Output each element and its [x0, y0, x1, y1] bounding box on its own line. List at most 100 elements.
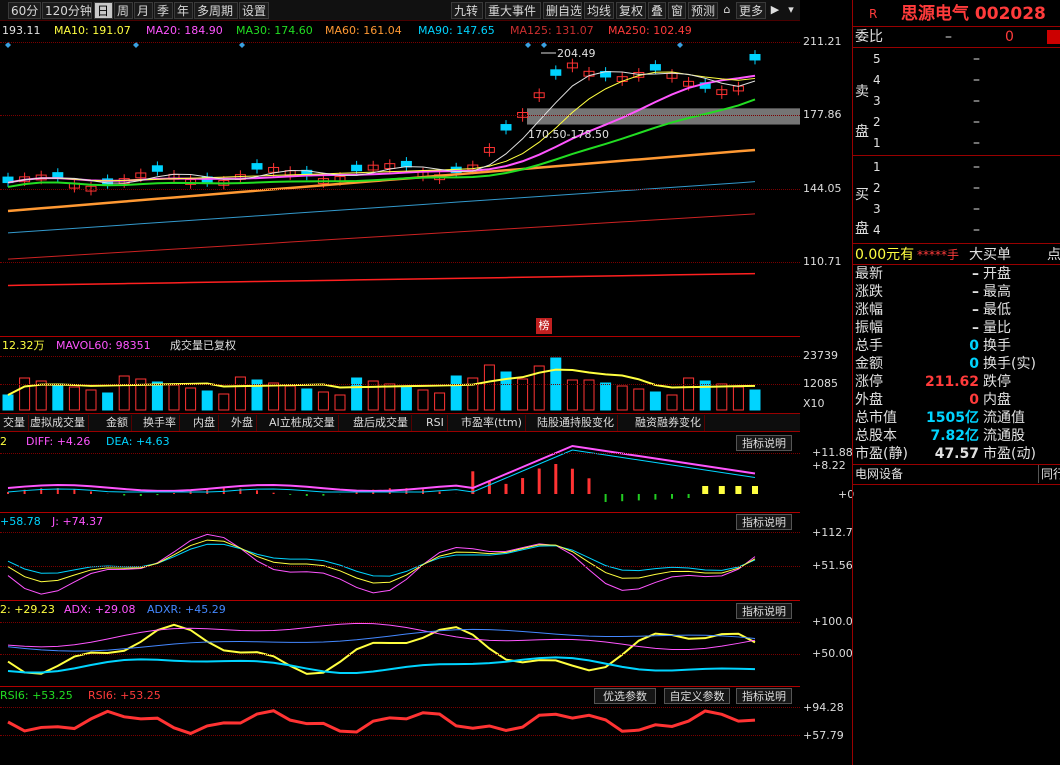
quote-panel: R 思源电气 002028 委比 – 0 卖盘 5 4 3 2 1 – – – …	[852, 0, 1060, 765]
tab-margin[interactable]: 融资融券变化	[632, 415, 705, 431]
adx-legend: ADX: +29.08	[64, 603, 136, 616]
tab-northbound[interactable]: 陆股通持股变化	[534, 415, 618, 431]
quote-row-value: 0	[969, 392, 979, 408]
volume-axis-label: X10	[803, 397, 825, 410]
sell-side-label: 卖盘	[855, 84, 869, 140]
dian-label: 点	[1047, 247, 1060, 263]
macd-bar	[702, 486, 709, 494]
tab-amount[interactable]: 金额	[103, 415, 132, 431]
macd-bar	[718, 486, 725, 494]
ma125-legend: MA125: 131.07	[510, 24, 594, 37]
explain-button[interactable]: 指标说明	[736, 603, 792, 619]
tab-turnover[interactable]: 换手率	[140, 415, 180, 431]
tab-volume[interactable]: 交量	[0, 415, 29, 431]
quote-row-right-label: 最低	[983, 302, 1011, 318]
sector-tab[interactable]: 电网设备	[855, 466, 903, 482]
volume-bar	[102, 392, 114, 411]
candle-body	[649, 64, 661, 71]
optimal-params-button[interactable]: 优选参数	[594, 688, 656, 704]
adxr-line	[7, 628, 756, 652]
stock-title: 思源电气 002028	[901, 4, 1046, 24]
quote-row-right-label: 量比	[983, 320, 1011, 336]
weibi-num: 0	[1005, 29, 1014, 45]
volume-bar	[284, 385, 296, 411]
volume-bar	[185, 387, 197, 411]
ranking-badge[interactable]: 榜	[536, 318, 552, 334]
kdj-j-line	[7, 533, 756, 595]
diff-legend: DIFF: +4.26	[26, 435, 91, 448]
volume-bar	[716, 383, 728, 411]
volume-bar	[600, 382, 612, 411]
tab-inner[interactable]: 内盘	[190, 415, 219, 431]
sell-price: –	[973, 72, 980, 88]
big-buy-label[interactable]: 大买单	[969, 247, 1011, 263]
kdj-d-legend: +58.78	[0, 515, 41, 528]
candle-body	[351, 164, 363, 172]
explain-button[interactable]: 指标说明	[736, 435, 792, 451]
rsi6-legend: RSI6: +53.25	[88, 689, 161, 702]
quote-row-value: 1505亿	[926, 410, 979, 426]
rsi-legend: RSI6: +53.25	[0, 689, 73, 702]
sell-level: 3	[873, 94, 881, 108]
ma20-line	[7, 74, 756, 184]
ma10-legend: MA10: 191.07	[54, 24, 131, 37]
rsi-line	[7, 709, 756, 736]
tab-pe-ttm[interactable]: 市盈率(ttm)	[458, 415, 526, 431]
volume-bar	[218, 393, 230, 411]
sell-level: 4	[873, 73, 881, 87]
tab-afterhours-volume[interactable]: 盘后成交量	[350, 415, 412, 431]
volume-bar	[450, 375, 462, 411]
custom-params-button[interactable]: 自定义参数	[664, 688, 730, 704]
quote-row-value: –	[972, 284, 979, 300]
price-axis-label: 144.05	[803, 182, 842, 195]
macd-legend: 2	[0, 435, 7, 448]
quote-row-value: 211.62	[924, 374, 979, 390]
ma5-line	[7, 71, 756, 184]
range-annotation: 170.50-178.50	[528, 128, 609, 141]
volume-bar	[699, 380, 711, 411]
candle-body	[500, 124, 512, 131]
buy-level: 4	[873, 223, 881, 237]
quote-row-value: –	[972, 320, 979, 336]
ma60-legend: MA60: 161.04	[325, 24, 402, 37]
volume-bar	[633, 388, 645, 411]
volume-bar	[268, 382, 280, 411]
dea-legend: DEA: +4.63	[106, 435, 170, 448]
buy-price: –	[973, 180, 980, 196]
explain-button[interactable]: 指标说明	[736, 688, 792, 704]
volume-bar	[201, 390, 213, 411]
buy-level: 2	[873, 181, 881, 195]
volume-bar	[168, 384, 180, 411]
ma30-legend: MA30: 174.60	[236, 24, 313, 37]
volume-bar	[732, 386, 744, 411]
quote-row-right-label: 流通值	[983, 410, 1025, 426]
ma10-line	[7, 71, 756, 184]
buy-price: –	[973, 222, 980, 238]
kdj-axis-label: +51.56	[812, 559, 853, 572]
buy-side-label: 买盘	[855, 187, 869, 237]
weibi-value: –	[945, 29, 952, 45]
peers-tab[interactable]: 同行	[1041, 466, 1060, 482]
volume-bar	[434, 392, 446, 411]
tab-ai-volume[interactable]: AI立桩成交量	[266, 415, 339, 431]
mavol60-legend: MAVOL60: 98351	[56, 339, 151, 352]
quote-row-right-label: 市盈(动)	[983, 446, 1036, 462]
quote-row-value: 47.57	[934, 446, 979, 462]
tab-virtual-volume[interactable]: 虚拟成交量	[27, 415, 89, 431]
volume-bar	[749, 389, 761, 411]
volume-bar	[616, 385, 628, 411]
volume-bar	[68, 386, 80, 411]
explain-button[interactable]: 指标说明	[736, 514, 792, 530]
tab-rsi[interactable]: RSI	[423, 415, 448, 431]
big-order-amount: 0.00元有	[855, 247, 915, 263]
dmi-axis-label: +100.0	[812, 615, 853, 628]
dmi-legend: 2: +29.23	[0, 603, 55, 616]
volume-legend: 12.32万	[2, 339, 45, 352]
quote-row-value: 0	[969, 356, 979, 372]
ma125-line	[7, 213, 756, 260]
tab-outer[interactable]: 外盘	[228, 415, 257, 431]
weibi-badge	[1047, 30, 1060, 44]
quote-row-value: –	[972, 266, 979, 282]
volume-ma-line	[7, 368, 756, 396]
quote-row-right-label: 跌停	[983, 374, 1011, 390]
